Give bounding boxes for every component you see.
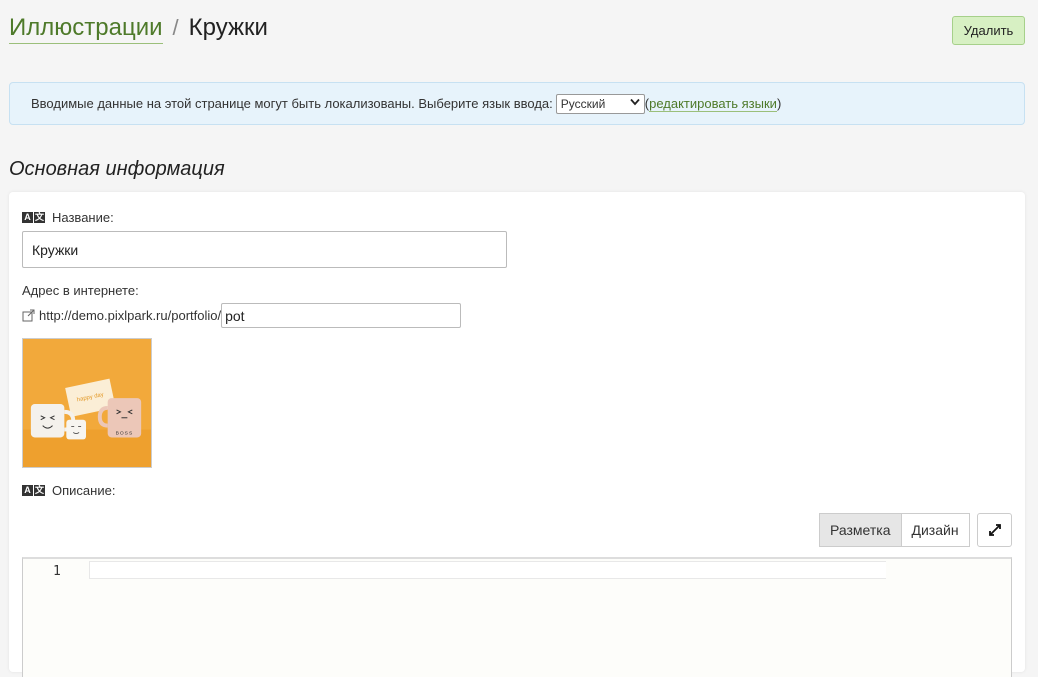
localization-text: Вводимые данные на этой странице могут б… — [31, 96, 553, 111]
mug-caption: BOSS — [116, 431, 134, 437]
language-select-value: Русский — [560, 96, 606, 111]
localizable-icon: A文 — [22, 212, 46, 223]
active-line[interactable] — [89, 561, 886, 579]
line-number: 1 — [53, 564, 61, 579]
language-select[interactable]: Русский — [555, 93, 645, 114]
breadcrumb: Иллюстрации / Кружки — [9, 14, 268, 50]
chevron-down-icon — [630, 98, 640, 109]
expand-icon — [988, 524, 1001, 536]
illustration-thumbnail[interactable]: happy day BOSS — [22, 338, 152, 468]
code-editor[interactable]: 1 — [22, 557, 1012, 677]
url-prefix: http://demo.pixlpark.ru/portfolio/ — [39, 308, 222, 323]
url-row: http://demo.pixlpark.ru/portfolio/ pot — [22, 303, 462, 328]
description-label-text: Описание: — [52, 483, 116, 498]
localizable-icon: A文 — [22, 485, 46, 496]
name-label-text: Название: — [52, 210, 114, 225]
description-label: A文 Описание: — [22, 483, 115, 498]
edit-languages-link[interactable]: редактировать языки — [649, 96, 777, 112]
paren-close: ) — [776, 96, 782, 111]
editor-mode-toggle: Разметка Дизайн — [819, 513, 970, 547]
fullscreen-button[interactable] — [977, 513, 1012, 547]
url-label: Адрес в интернете: — [22, 283, 139, 298]
name-input[interactable]: Кружки — [22, 231, 507, 268]
breadcrumb-separator: / — [172, 15, 179, 40]
delete-button[interactable]: Удалить — [952, 16, 1025, 45]
localization-notice: Вводимые данные на этой странице могут б… — [9, 82, 1025, 125]
name-label: A文 Название: — [22, 210, 114, 225]
url-slug-input[interactable]: pot — [221, 303, 462, 328]
tab-design[interactable]: Дизайн — [901, 513, 970, 547]
external-link-icon[interactable] — [22, 309, 35, 322]
breadcrumb-link-illustrations[interactable]: Иллюстрации — [9, 14, 163, 44]
page-title: Кружки — [188, 14, 268, 41]
main-info-card: A文 Название: Кружки Адрес в интернете: h… — [9, 192, 1025, 677]
section-title: Основная информация — [9, 158, 225, 180]
tab-markup[interactable]: Разметка — [819, 513, 902, 547]
